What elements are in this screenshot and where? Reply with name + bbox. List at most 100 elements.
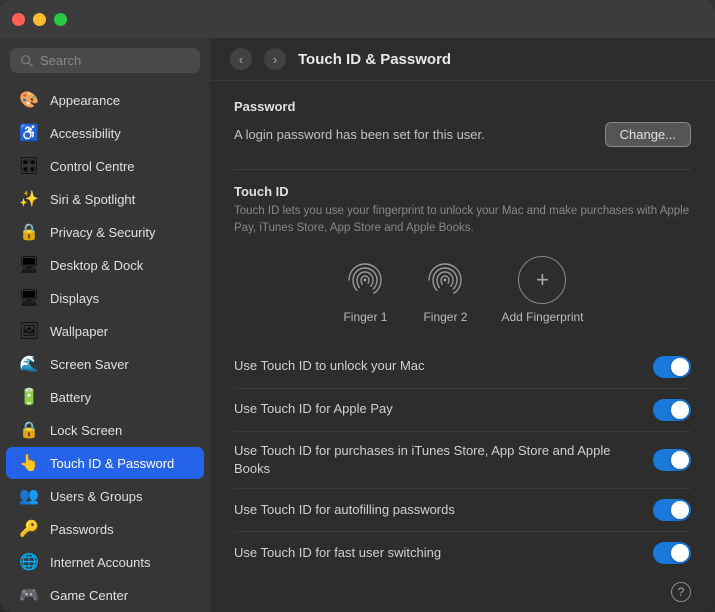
sidebar-item-control-centre-label: Control Centre	[50, 159, 135, 174]
toggle-row-2: Use Touch ID for purchases in iTunes Sto…	[234, 432, 691, 489]
add-fingerprint-circle[interactable]: +	[518, 256, 566, 304]
sidebar-item-passwords[interactable]: 🔑 Passwords	[6, 513, 204, 545]
users-groups-icon: 👥	[18, 485, 40, 507]
internet-accounts-icon: 🌐	[18, 551, 40, 573]
passwords-icon: 🔑	[18, 518, 40, 540]
fingerprint-row: Finger 1	[234, 256, 691, 324]
sidebar-item-displays[interactable]: 🖥 Displays	[6, 282, 204, 314]
sidebar-item-appearance[interactable]: 🎨 Appearance	[6, 84, 204, 116]
password-description: A login password has been set for this u…	[234, 127, 485, 142]
password-row: A login password has been set for this u…	[234, 122, 691, 147]
sidebar-item-displays-label: Displays	[50, 291, 99, 306]
toggle-label-1: Use Touch ID for Apple Pay	[234, 400, 393, 418]
toggle-switch-3[interactable]	[653, 499, 691, 521]
sidebar-item-desktop-dock[interactable]: 🖥 Desktop & Dock	[6, 249, 204, 281]
control-centre-icon: 🎛	[18, 155, 40, 177]
close-button[interactable]	[12, 13, 25, 26]
sidebar-item-users-groups[interactable]: 👥 Users & Groups	[6, 480, 204, 512]
sidebar-item-lock-screen[interactable]: 🔒 Lock Screen	[6, 414, 204, 446]
password-section-heading: Password	[234, 99, 691, 114]
touch-id-description: Touch ID lets you use your fingerprint t…	[234, 203, 691, 238]
finger-2-icon	[421, 256, 469, 304]
finger-1-icon	[341, 256, 389, 304]
main-content: ‹ › Touch ID & Password Password A login…	[210, 38, 715, 612]
toggle-switch-2[interactable]	[653, 449, 691, 471]
titlebar	[0, 0, 715, 38]
accessibility-icon: ♿	[18, 122, 40, 144]
sidebar-item-siri-spotlight-label: Siri & Spotlight	[50, 192, 135, 207]
sidebar-item-internet-accounts[interactable]: 🌐 Internet Accounts	[6, 546, 204, 578]
sidebar-item-privacy-security[interactable]: 🔒 Privacy & Security	[6, 216, 204, 248]
page-title: Touch ID & Password	[298, 51, 451, 68]
wallpaper-icon: 🖼	[18, 320, 40, 342]
toggle-row-3: Use Touch ID for autofilling passwords	[234, 489, 691, 532]
siri-spotlight-icon: ✨	[18, 188, 40, 210]
content-area: Search 🎨 Appearance ♿ Accessibility 🎛 Control…	[0, 38, 715, 612]
finger-1-label: Finger 1	[343, 310, 387, 324]
sidebar-item-touch-id-password[interactable]: 👆 Touch ID & Password	[6, 447, 204, 479]
sidebar-item-siri-spotlight[interactable]: ✨ Siri & Spotlight	[6, 183, 204, 215]
forward-button[interactable]: ›	[264, 48, 286, 70]
sidebar-item-desktop-dock-label: Desktop & Dock	[50, 258, 143, 273]
sidebar-items-list: 🎨 Appearance ♿ Accessibility 🎛 Control Centre…	[0, 83, 210, 612]
sidebar-item-passwords-label: Passwords	[50, 522, 114, 537]
sidebar-item-privacy-security-label: Privacy & Security	[50, 225, 155, 240]
toggle-label-4: Use Touch ID for fast user switching	[234, 544, 441, 562]
change-password-button[interactable]: Change...	[605, 122, 691, 147]
search-box[interactable]: Search	[10, 48, 200, 73]
sidebar-item-control-centre[interactable]: 🎛 Control Centre	[6, 150, 204, 182]
toggle-label-2: Use Touch ID for purchases in iTunes Sto…	[234, 442, 614, 478]
sidebar-item-users-groups-label: Users & Groups	[50, 489, 142, 504]
toggle-row-4: Use Touch ID for fast user switching	[234, 532, 691, 574]
sidebar-item-accessibility-label: Accessibility	[50, 126, 121, 141]
back-button[interactable]: ‹	[230, 48, 252, 70]
desktop-dock-icon: 🖥	[18, 254, 40, 276]
toggle-rows: Use Touch ID to unlock your Mac Use Touch…	[234, 346, 691, 574]
sidebar-item-wallpaper-label: Wallpaper	[50, 324, 108, 339]
sidebar-item-touch-id-password-label: Touch ID & Password	[50, 456, 174, 471]
section-divider	[234, 169, 691, 170]
search-icon	[20, 54, 34, 68]
sidebar-item-battery-label: Battery	[50, 390, 91, 405]
touch-id-heading: Touch ID	[234, 184, 691, 199]
privacy-security-icon: 🔒	[18, 221, 40, 243]
sidebar-item-appearance-label: Appearance	[50, 93, 120, 108]
screen-saver-icon: 🌊	[18, 353, 40, 375]
toggle-row-1: Use Touch ID for Apple Pay	[234, 389, 691, 432]
main-header: ‹ › Touch ID & Password	[210, 38, 715, 81]
sidebar-item-screen-saver-label: Screen Saver	[50, 357, 129, 372]
search-placeholder: Search	[40, 53, 81, 68]
sidebar-item-game-center-label: Game Center	[50, 588, 128, 603]
sidebar-item-wallpaper[interactable]: 🖼 Wallpaper	[6, 315, 204, 347]
minimize-button[interactable]	[33, 13, 46, 26]
toggle-label-0: Use Touch ID to unlock your Mac	[234, 357, 425, 375]
finger-2-item[interactable]: Finger 2	[421, 256, 469, 324]
game-center-icon: 🎮	[18, 584, 40, 606]
toggle-row-0: Use Touch ID to unlock your Mac	[234, 346, 691, 389]
lock-screen-icon: 🔒	[18, 419, 40, 441]
help-button[interactable]: ?	[671, 582, 691, 602]
toggle-switch-4[interactable]	[653, 542, 691, 564]
main-body: Password A login password has been set f…	[210, 81, 715, 612]
appearance-icon: 🎨	[18, 89, 40, 111]
toggle-label-3: Use Touch ID for autofilling passwords	[234, 501, 455, 519]
sidebar-item-accessibility[interactable]: ♿ Accessibility	[6, 117, 204, 149]
touch-id-password-icon: 👆	[18, 452, 40, 474]
finger-1-item[interactable]: Finger 1	[341, 256, 389, 324]
system-preferences-window: Search 🎨 Appearance ♿ Accessibility 🎛 Control…	[0, 0, 715, 612]
add-fingerprint-label: Add Fingerprint	[501, 310, 583, 324]
toggle-switch-0[interactable]	[653, 356, 691, 378]
traffic-lights	[12, 13, 67, 26]
sidebar-item-game-center[interactable]: 🎮 Game Center	[6, 579, 204, 611]
add-fingerprint-item[interactable]: + Add Fingerprint	[501, 256, 583, 324]
sidebar-item-battery[interactable]: 🔋 Battery	[6, 381, 204, 413]
displays-icon: 🖥	[18, 287, 40, 309]
sidebar-item-lock-screen-label: Lock Screen	[50, 423, 122, 438]
battery-icon: 🔋	[18, 386, 40, 408]
maximize-button[interactable]	[54, 13, 67, 26]
toggle-switch-1[interactable]	[653, 399, 691, 421]
sidebar: Search 🎨 Appearance ♿ Accessibility 🎛 Control…	[0, 38, 210, 612]
sidebar-item-internet-accounts-label: Internet Accounts	[50, 555, 150, 570]
finger-2-label: Finger 2	[423, 310, 467, 324]
sidebar-item-screen-saver[interactable]: 🌊 Screen Saver	[6, 348, 204, 380]
